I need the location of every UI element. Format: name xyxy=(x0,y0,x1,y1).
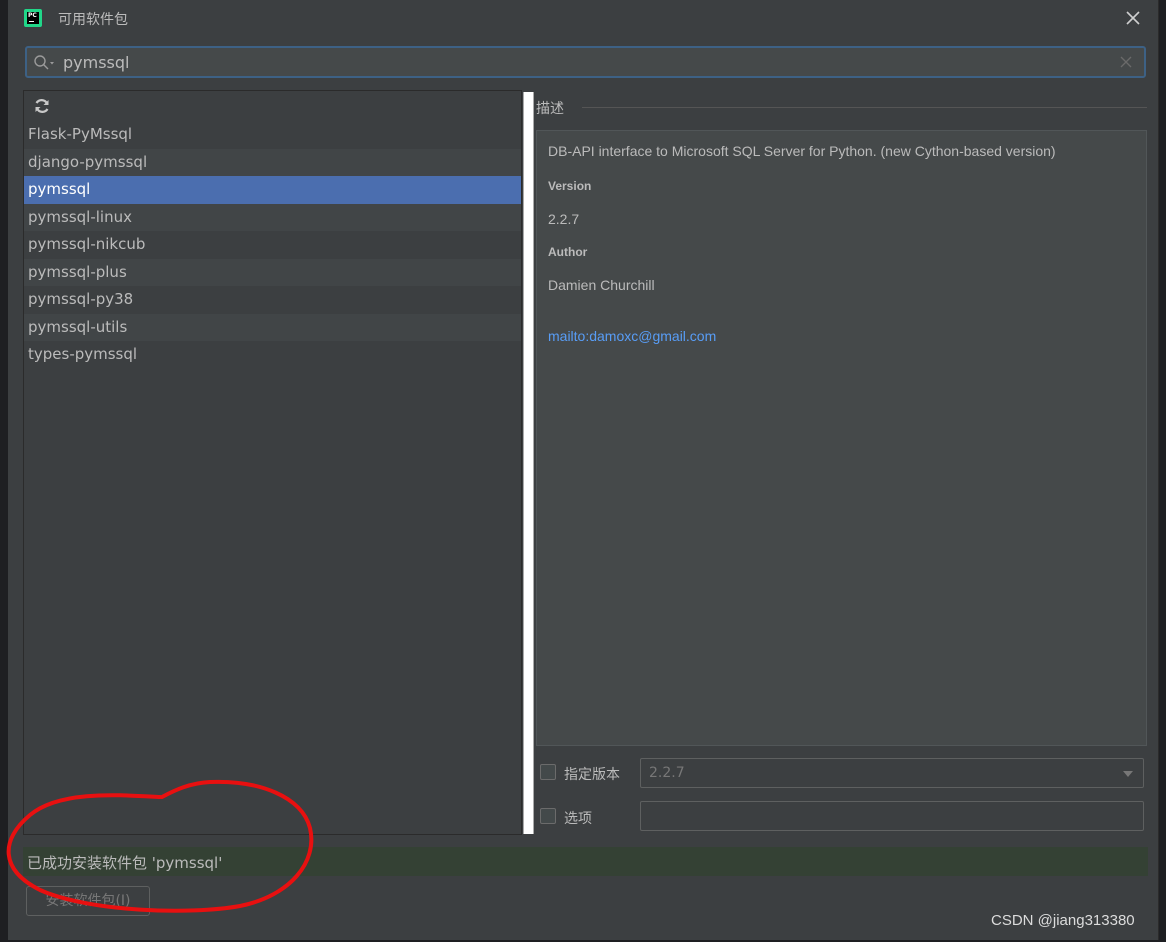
options-label: 选项 xyxy=(564,811,592,827)
refresh-button[interactable] xyxy=(33,97,51,119)
chevron-down-icon xyxy=(1123,771,1133,777)
specify-version-label: 指定版本 xyxy=(564,767,620,783)
package-row-pymssql-utils[interactable]: pymssql-utils xyxy=(24,313,521,341)
status-bar: 已成功安装软件包 'pymssql' xyxy=(23,847,1148,876)
list-scrollbar[interactable] xyxy=(523,92,534,834)
package-row-pymssql-py38[interactable]: pymssql-py38 xyxy=(24,286,521,314)
package-list-panel: Flask-PyMssql django-pymssql pymssql pym… xyxy=(23,90,522,835)
package-row-pymssql-plus[interactable]: pymssql-plus xyxy=(24,258,521,286)
pycharm-logo-icon: PC xyxy=(24,9,42,27)
package-row-flask-pymssql[interactable]: Flask-PyMssql xyxy=(24,121,521,149)
package-row-pymssql[interactable]: pymssql xyxy=(24,176,521,204)
description-divider xyxy=(582,107,1147,108)
search-input[interactable] xyxy=(63,51,1103,73)
search-icon xyxy=(34,55,54,70)
search-field[interactable] xyxy=(25,46,1146,78)
close-button[interactable] xyxy=(1124,7,1142,27)
refresh-icon xyxy=(35,99,49,113)
author-value: Damien Churchill xyxy=(548,277,655,293)
title-bar: PC 可用软件包 xyxy=(8,0,1158,38)
clear-search-icon[interactable] xyxy=(1120,56,1132,68)
csdn-watermark: CSDN @jiang313380 xyxy=(991,912,1135,929)
description-panel: DB-API interface to Microsoft SQL Server… xyxy=(536,130,1147,746)
package-row-pymssql-nikcub[interactable]: pymssql-nikcub xyxy=(24,231,521,259)
options-checkbox[interactable] xyxy=(540,808,556,824)
package-row-pymssql-linux[interactable]: pymssql-linux xyxy=(24,203,521,231)
available-packages-dialog: PC 可用软件包 pymssql Flask-PyMssql django-py… xyxy=(8,0,1159,940)
specify-version-checkbox[interactable] xyxy=(540,764,556,780)
version-value: 2.2.7 xyxy=(548,211,580,227)
version-label: Version xyxy=(548,179,592,193)
author-email-link[interactable]: mailto:damoxc@gmail.com xyxy=(548,328,716,344)
version-select-value: 2.2.7 xyxy=(649,765,685,781)
install-success-message: 已成功安装软件包 'pymssql' xyxy=(27,854,223,872)
author-label: Author xyxy=(548,245,588,259)
package-list: Flask-PyMssql django-pymssql pymssql pym… xyxy=(24,121,521,369)
install-package-button[interactable]: 安装软件包(I) xyxy=(26,886,150,916)
package-summary: DB-API interface to Microsoft SQL Server… xyxy=(548,143,1056,159)
description-header: 描述 xyxy=(536,101,564,117)
window-title: 可用软件包 xyxy=(58,12,128,28)
close-icon xyxy=(1126,11,1140,25)
version-select[interactable]: 2.2.7 xyxy=(640,758,1144,788)
options-input[interactable] xyxy=(640,801,1144,831)
package-row-django-pymssql[interactable]: django-pymssql xyxy=(24,148,521,176)
package-row-types-pymssql[interactable]: types-pymssql xyxy=(24,341,521,369)
app-icon-text: PC xyxy=(28,12,37,19)
